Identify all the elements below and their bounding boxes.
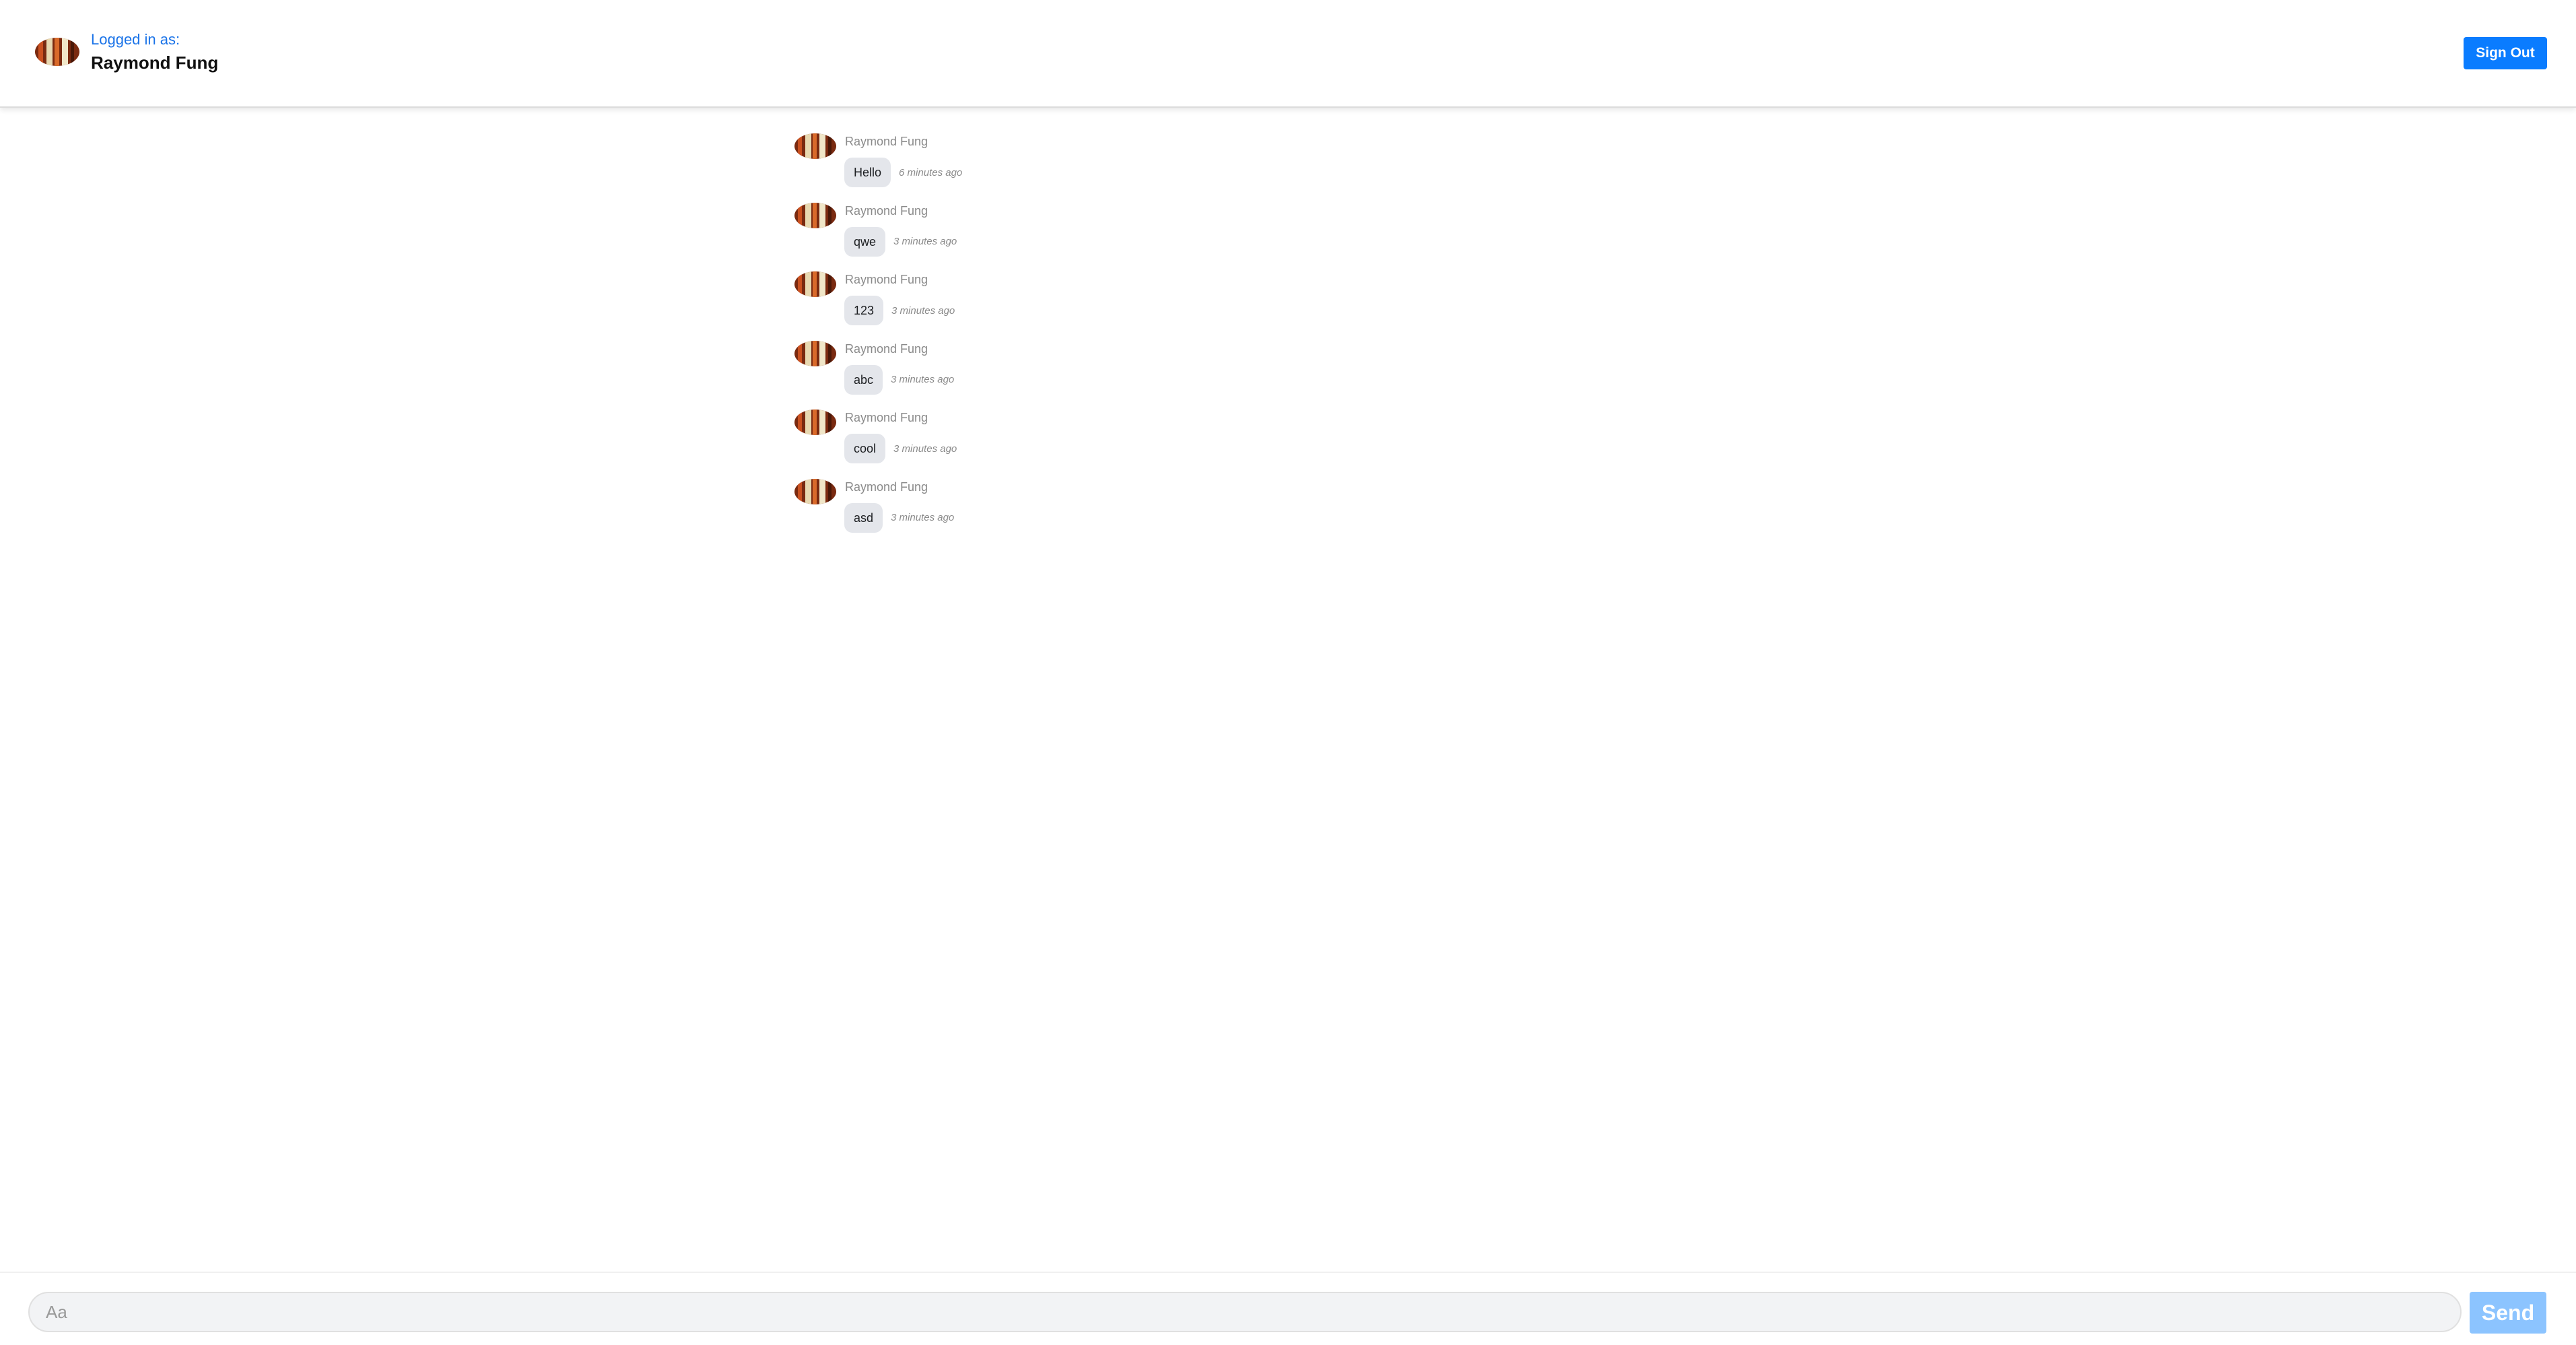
app-header: Logged in as: Raymond Fung Sign Out <box>0 0 2576 108</box>
user-avatar <box>35 38 79 66</box>
message-list: Raymond Fung Hello 6 minutes ago Raymond… <box>792 128 1734 542</box>
message-bubble: 123 <box>844 296 884 325</box>
message-sender: Raymond Fung <box>845 341 928 356</box>
sender-avatar <box>794 340 836 366</box>
message-sender: Raymond Fung <box>845 480 928 494</box>
sign-out-button[interactable]: Sign Out <box>2464 37 2547 69</box>
sender-avatar <box>794 478 836 504</box>
message-timestamp: 3 minutes ago <box>891 304 955 317</box>
message-item: Raymond Fung Hello 6 minutes ago <box>792 128 1734 197</box>
sender-avatar <box>794 202 836 228</box>
message-item: Raymond Fung abc 3 minutes ago <box>792 335 1734 405</box>
message-item: Raymond Fung qwe 3 minutes ago <box>792 197 1734 267</box>
current-user-name: Raymond Fung <box>91 53 219 73</box>
sender-avatar <box>794 133 836 159</box>
message-item: Raymond Fung cool 3 minutes ago <box>792 404 1734 473</box>
message-input[interactable] <box>28 1292 2462 1332</box>
message-timestamp: 3 minutes ago <box>893 236 957 247</box>
sender-avatar <box>794 409 836 435</box>
message-bubble: cool <box>844 434 886 463</box>
sender-avatar <box>794 271 836 297</box>
message-timestamp: 3 minutes ago <box>893 442 957 455</box>
message-item: Raymond Fung asd 3 minutes ago <box>792 473 1734 543</box>
message-composer: Send <box>0 1272 2576 1345</box>
logged-in-label: Logged in as: <box>91 31 180 48</box>
message-timestamp: 3 minutes ago <box>891 374 955 385</box>
send-button[interactable]: Send <box>2470 1292 2546 1334</box>
message-bubble: abc <box>844 364 883 395</box>
message-sender: Raymond Fung <box>845 273 928 286</box>
message-sender: Raymond Fung <box>845 135 928 148</box>
message-bubble: asd <box>844 502 883 533</box>
message-bubble: qwe <box>844 226 886 257</box>
message-item: Raymond Fung 123 3 minutes ago <box>792 266 1734 335</box>
message-sender: Raymond Fung <box>845 411 928 424</box>
message-bubble: Hello <box>844 158 891 187</box>
message-sender: Raymond Fung <box>845 203 928 218</box>
message-timestamp: 6 minutes ago <box>899 166 963 178</box>
message-timestamp: 3 minutes ago <box>891 512 955 523</box>
